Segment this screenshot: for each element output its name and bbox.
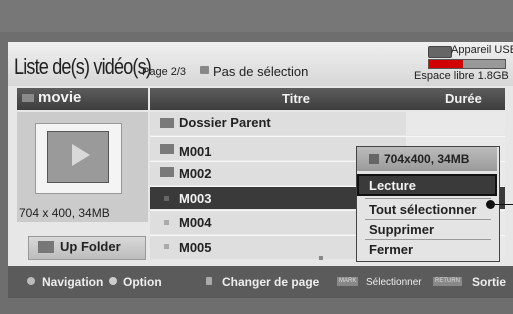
video-file-icon	[164, 196, 169, 201]
selection-status: Pas de sélection	[213, 64, 309, 79]
navigation-arrows-icon	[27, 277, 35, 285]
up-folder-label: Up Folder	[60, 239, 121, 254]
footer-option: Option	[123, 275, 162, 289]
popup-item-close[interactable]: Fermer	[369, 242, 413, 257]
column-header-duration: Durée	[445, 91, 482, 106]
usb-device-label: Appareil USB	[451, 44, 513, 56]
folder-up-icon	[160, 118, 174, 128]
popup-item-delete[interactable]: Supprimer	[369, 222, 434, 237]
callout-dot	[486, 200, 495, 209]
return-key-icon: RETURN	[433, 277, 462, 286]
scroll-indicator	[319, 256, 323, 260]
footer-change-page: Changer de page	[222, 275, 320, 289]
video-file-icon	[164, 244, 169, 249]
folder-name: movie	[38, 89, 82, 106]
play-icon	[72, 144, 90, 166]
page-title: Liste de(s) vidéo(s)	[14, 54, 152, 79]
duration-cell	[406, 112, 505, 135]
option-button-icon	[109, 277, 117, 285]
video-info-icon	[369, 154, 379, 164]
popup-info: 704x400, 34MB	[384, 152, 470, 166]
folder-icon	[22, 94, 34, 102]
page-change-icon	[206, 277, 212, 285]
row-label: M002	[179, 166, 212, 181]
free-space-label: Espace libre 1.8GB	[414, 70, 509, 82]
preview-info: 704 x 400, 34MB	[19, 206, 110, 220]
top-band	[0, 0, 513, 32]
video-file-icon	[160, 167, 174, 177]
popup-divider	[365, 239, 491, 240]
folder-header	[17, 88, 148, 110]
popup-item-select-all[interactable]: Tout sélectionner	[369, 202, 476, 217]
footer-navigation: Navigation	[42, 275, 104, 289]
row-label: M003	[179, 191, 212, 206]
popup-divider	[365, 219, 491, 220]
row-divider	[150, 136, 505, 137]
mark-key-icon: MARK	[337, 277, 359, 286]
video-file-icon	[160, 144, 174, 154]
footer-select: Sélectionner	[366, 277, 422, 288]
video-file-icon	[164, 220, 169, 225]
selection-icon	[200, 66, 209, 74]
usb-device-icon	[428, 46, 452, 58]
page-number: Page 2/3	[142, 66, 187, 78]
popup-item-play[interactable]: Lecture	[369, 178, 416, 193]
popup-divider	[365, 198, 491, 199]
usb-space-bar-fill	[429, 60, 463, 68]
footer-exit: Sortie	[472, 275, 507, 289]
column-header-title: Titre	[282, 91, 310, 106]
up-folder-icon	[38, 241, 54, 253]
row-label: M004	[179, 215, 212, 230]
callout-line	[495, 204, 513, 205]
row-label: M001	[179, 144, 212, 159]
row-label: M005	[179, 240, 212, 255]
row-label: Dossier Parent	[179, 115, 271, 130]
